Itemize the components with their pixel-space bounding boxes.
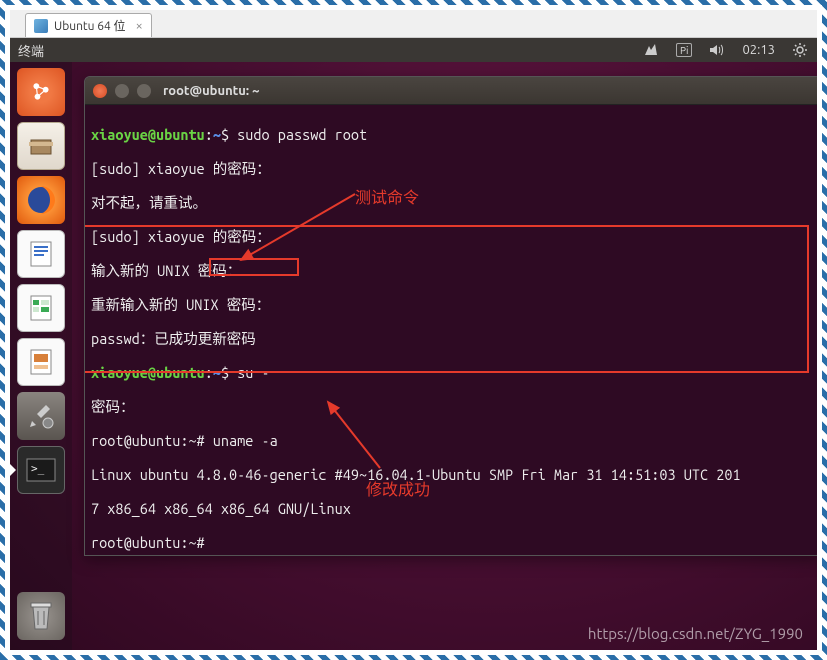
terminal-title: root@ubuntu: ~ (163, 84, 260, 98)
desktop: 终端 Pi 02:13 (10, 38, 817, 650)
prompt-user: xiaoyue@ubuntu (91, 126, 205, 143)
libreoffice-calc-icon[interactable] (17, 284, 65, 332)
term-line: root@ubuntu:~# uname -a (91, 432, 815, 449)
close-icon[interactable]: × (136, 19, 143, 33)
menubar-app-label[interactable]: 终端 (18, 41, 44, 60)
prompt-path: ~ (213, 126, 221, 143)
prompt-user: xiaoyue@ubuntu (91, 364, 205, 381)
launcher: >_ (10, 62, 72, 650)
term-line: 对不起，请重试。 (91, 194, 815, 211)
libreoffice-writer-icon[interactable] (17, 230, 65, 278)
settings-icon[interactable] (17, 392, 65, 440)
term-line: [sudo] xiaoyue 的密码： (91, 160, 815, 177)
network-icon[interactable] (642, 41, 660, 59)
window-minimize-icon[interactable] (115, 84, 129, 98)
vm-tab-bar: Ubuntu 64 位 × (10, 10, 817, 38)
prompt-path: ~ (213, 364, 221, 381)
terminal-window: root@ubuntu: ~ xiaoyue@ubuntu:~$ sudo pa… (84, 76, 817, 556)
vm-tab-label: Ubuntu 64 位 (54, 17, 126, 34)
window-close-icon[interactable] (93, 84, 107, 98)
terminal-titlebar[interactable]: root@ubuntu: ~ (85, 77, 817, 105)
window-maximize-icon[interactable] (137, 84, 151, 98)
keyboard-indicator[interactable]: Pi (676, 43, 692, 57)
files-icon[interactable] (17, 122, 65, 170)
libreoffice-impress-icon[interactable] (17, 338, 65, 386)
svg-text:>_: >_ (31, 462, 45, 475)
menu-bar: 终端 Pi 02:13 (10, 38, 817, 62)
outer-frame: Ubuntu 64 位 × 终端 Pi 02:13 (0, 0, 827, 660)
dash-icon[interactable] (17, 68, 65, 116)
clock[interactable]: 02:13 (742, 43, 775, 57)
firefox-icon[interactable] (17, 176, 65, 224)
term-line: 7 x86_64 x86_64 x86_64 GNU/Linux (91, 500, 815, 517)
term-line: 重新输入新的 UNIX 密码： (91, 296, 815, 313)
term-line: root@ubuntu:~# (91, 534, 815, 551)
term-line: 密码： (91, 398, 815, 415)
gear-icon[interactable] (791, 41, 809, 59)
term-line: [sudo] xiaoyue 的密码： (91, 228, 815, 245)
term-line: passwd：已成功更新密码 (91, 330, 815, 347)
watermark: https://blog.csdn.net/ZYG_1990 (588, 625, 803, 642)
terminal-body[interactable]: xiaoyue@ubuntu:~$ sudo passwd root [sudo… (85, 105, 817, 555)
vm-tab[interactable]: Ubuntu 64 位 × (25, 13, 152, 37)
volume-icon[interactable] (708, 41, 726, 59)
term-line: Linux ubuntu 4.8.0-46-generic #49~16.04.… (91, 466, 815, 483)
terminal-icon[interactable]: >_ (17, 446, 65, 494)
term-line: $ su - (221, 364, 270, 381)
trash-icon[interactable] (17, 592, 65, 640)
term-line: 输入新的 UNIX 密码： (91, 262, 815, 279)
monitor-icon (34, 19, 48, 33)
term-line: $ sudo passwd root (221, 126, 367, 143)
